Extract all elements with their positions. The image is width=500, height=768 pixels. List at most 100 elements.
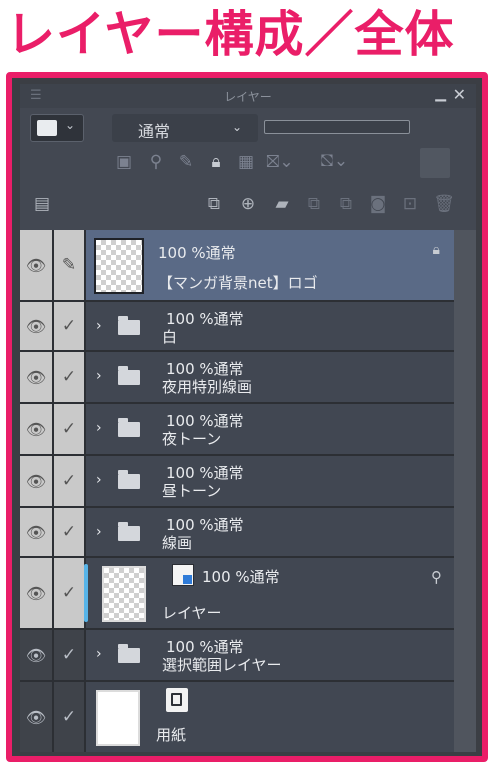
reference-layer-icon[interactable]: ⚲: [142, 148, 170, 176]
layer-row[interactable]: 👁︎ ✎ 100 %通常 【マンガ背景net】ロゴ 🔒︎: [20, 230, 454, 302]
layer-body[interactable]: › 100 %通常 選択範囲レイヤー: [86, 630, 454, 680]
eye-icon[interactable]: 👁︎: [20, 682, 52, 752]
pen-icon[interactable]: ✎: [54, 230, 84, 300]
expand-arrow-icon[interactable]: ›: [96, 472, 102, 488]
blend-row: ⌄ 通常 ⌄: [20, 110, 476, 144]
raster-layer-icon: [172, 564, 194, 586]
expand-arrow-icon[interactable]: ›: [96, 368, 102, 384]
eye-icon[interactable]: 👁︎: [20, 508, 52, 556]
layer-row[interactable]: 👁︎ ✓ 100 %通常 レイヤー ⚲: [20, 558, 454, 630]
folder-icon: [118, 316, 140, 335]
eye-icon[interactable]: 👁︎: [20, 456, 52, 506]
blend-mode-value: 通常: [138, 122, 171, 141]
layer-name: 用紙: [156, 726, 187, 744]
layer-body[interactable]: › 100 %通常 線画: [86, 508, 454, 556]
layer-body[interactable]: › 100 %通常 白: [86, 302, 454, 350]
new-folder-icon[interactable]: ▰: [268, 190, 296, 218]
mask-enable-icon[interactable]: ⛝⌄: [266, 148, 294, 176]
reference-layer-icon: ⚲: [431, 568, 442, 586]
layer-row[interactable]: 👁︎ ✓ › 100 %通常 選択範囲レイヤー: [20, 630, 454, 682]
layer-body[interactable]: 100 %通常 レイヤー ⚲: [84, 558, 454, 628]
layer-body[interactable]: 100 %通常 【マンガ背景net】ロゴ 🔒︎: [86, 230, 454, 300]
mask-range-icon[interactable]: ⛞⌄: [320, 148, 348, 176]
blend-mode-select[interactable]: 通常 ⌄: [112, 114, 258, 142]
property-icon[interactable]: ▤: [28, 190, 56, 218]
color-swatch: [37, 120, 57, 136]
layer-name: 昼トーン: [162, 482, 222, 500]
draft-layer-icon[interactable]: ✎: [172, 148, 200, 176]
layer-row[interactable]: 👁︎ ✓ › 100 %通常 夜トーン: [20, 404, 454, 456]
opacity-slider[interactable]: [264, 120, 410, 134]
layer-row[interactable]: 👁︎ ✓ › 100 %通常 昼トーン: [20, 456, 454, 508]
layer-name: 白: [162, 328, 178, 346]
check-icon[interactable]: ✓: [54, 404, 84, 454]
expand-arrow-icon[interactable]: ›: [96, 524, 102, 540]
folder-icon: [118, 470, 140, 489]
combine-down-icon[interactable]: ⧉: [332, 190, 360, 218]
apply-mask-icon[interactable]: ⊡: [396, 190, 424, 218]
folder-icon: [118, 522, 140, 541]
folder-icon: [118, 418, 140, 437]
folder-icon: [118, 644, 140, 663]
layer-color-select[interactable]: ⌄: [30, 114, 84, 142]
eye-icon[interactable]: 👁︎: [20, 230, 52, 300]
eye-icon[interactable]: 👁︎: [20, 630, 52, 680]
layer-body[interactable]: › 100 %通常 夜トーン: [86, 404, 454, 454]
chevron-down-icon: ⌄: [65, 118, 76, 132]
layer-row[interactable]: 👁︎ ✓ 用紙: [20, 682, 454, 752]
eye-icon[interactable]: 👁︎: [20, 404, 52, 454]
panel-titlebar[interactable]: ☰ レイヤー ▁ ✕: [20, 84, 476, 108]
layer-opacity-mode: 100 %通常: [158, 244, 236, 262]
layer-body[interactable]: 用紙: [86, 682, 454, 752]
eye-icon[interactable]: 👁︎: [20, 352, 52, 402]
page-headline: レイヤー構成／全体: [6, 6, 455, 63]
expand-arrow-icon[interactable]: ›: [96, 646, 102, 662]
layer-row[interactable]: 👁︎ ✓ › 100 %通常 白: [20, 302, 454, 352]
layer-panel: ☰ レイヤー ▁ ✕ ⌄ 通常 ⌄ ▣ ⚲ ✎ 🔒︎ ▦ ⛝⌄ ⛞⌄ ▤ ⧉ ⊕…: [20, 84, 476, 752]
check-icon[interactable]: ✓: [54, 302, 84, 350]
lock-icon: 🔒︎: [432, 242, 440, 258]
layer-list-scrollbar[interactable]: [454, 230, 476, 752]
layer-thumbnail: [94, 238, 144, 294]
paper-icon: [166, 688, 188, 712]
expand-arrow-icon[interactable]: ›: [96, 420, 102, 436]
delete-icon[interactable]: 🗑︎: [430, 190, 458, 218]
transfer-down-icon[interactable]: ⧉: [300, 190, 328, 218]
layer-name: レイヤー: [162, 604, 222, 622]
layer-body[interactable]: › 100 %通常 夜用特別線画: [86, 352, 454, 402]
layer-row[interactable]: 👁︎ ✓ › 100 %通常 線画: [20, 508, 454, 558]
chevron-down-icon: ⌄: [232, 120, 243, 134]
new-vector-layer-icon[interactable]: ⊕: [234, 190, 262, 218]
layer-name: 夜トーン: [162, 430, 222, 448]
layer-thumbnail: [96, 690, 140, 746]
expand-arrow-icon[interactable]: ›: [96, 318, 102, 334]
layer-body[interactable]: › 100 %通常 昼トーン: [86, 456, 454, 506]
layer-opacity-mode: 100 %通常: [202, 568, 280, 586]
eye-icon[interactable]: 👁︎: [20, 558, 52, 628]
layer-name: 夜用特別線画: [162, 378, 253, 396]
layer-attr-toolbar: ▣ ⚲ ✎ 🔒︎ ▦ ⛝⌄ ⛞⌄: [20, 148, 476, 182]
eye-icon[interactable]: 👁︎: [20, 302, 52, 350]
layer-action-toolbar: ▤ ⧉ ⊕ ▰ ⧉ ⧉ ◙ ⊡ 🗑︎: [20, 190, 476, 224]
close-icon[interactable]: ✕: [453, 85, 466, 104]
folder-icon: [118, 366, 140, 385]
lock-transparent-icon[interactable]: ▦: [232, 148, 260, 176]
layer-row[interactable]: 👁︎ ✓ › 100 %通常 夜用特別線画: [20, 352, 454, 404]
new-raster-layer-icon[interactable]: ⧉: [200, 190, 228, 218]
selection-indicator: [84, 564, 88, 622]
palette-color-icon[interactable]: [420, 148, 450, 178]
check-icon[interactable]: ✓: [54, 630, 84, 680]
layer-name: 選択範囲レイヤー: [162, 656, 282, 674]
layer-thumbnail: [102, 566, 146, 622]
check-icon[interactable]: ✓: [54, 682, 84, 752]
clipping-icon[interactable]: ▣: [110, 148, 138, 176]
check-icon[interactable]: ✓: [54, 352, 84, 402]
layer-name: 線画: [162, 534, 193, 552]
check-icon[interactable]: ✓: [54, 508, 84, 556]
lock-icon[interactable]: 🔒︎: [202, 148, 230, 176]
check-icon[interactable]: ✓: [54, 456, 84, 506]
minimize-icon[interactable]: ▁: [435, 86, 446, 102]
panel-title: レイヤー: [224, 90, 272, 104]
check-icon[interactable]: ✓: [54, 558, 84, 628]
create-mask-icon[interactable]: ◙: [364, 190, 392, 218]
